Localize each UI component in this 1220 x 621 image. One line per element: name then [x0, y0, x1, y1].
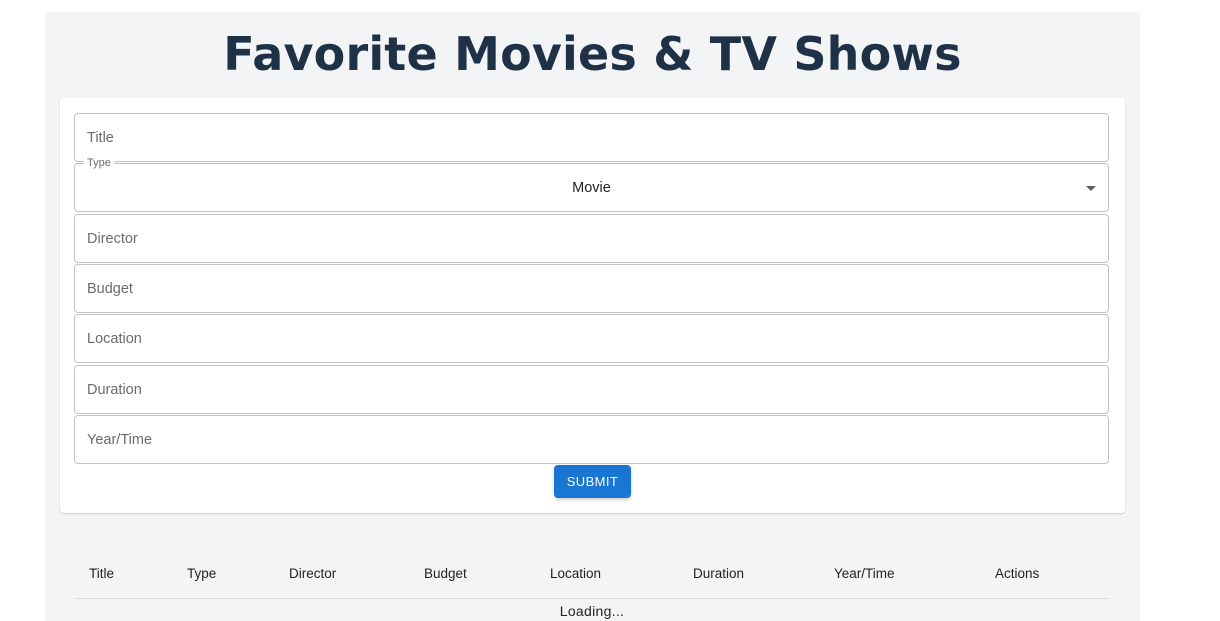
- location-input[interactable]: [75, 315, 1108, 362]
- year-time-field[interactable]: [74, 415, 1109, 464]
- column-header-title[interactable]: Title: [89, 566, 114, 581]
- duration-input[interactable]: [75, 366, 1108, 413]
- app-container: Favorite Movies & TV Shows Type Movie SU…: [45, 12, 1140, 621]
- column-header-actions: Actions: [995, 566, 1040, 581]
- movie-form-card: Type Movie SUBMIT: [60, 98, 1125, 513]
- column-header-location[interactable]: Location: [550, 566, 601, 581]
- type-select-value[interactable]: Movie: [75, 164, 1108, 211]
- location-field[interactable]: [74, 314, 1109, 363]
- duration-field[interactable]: [74, 365, 1109, 414]
- submit-button[interactable]: SUBMIT: [554, 465, 631, 498]
- budget-input[interactable]: [75, 265, 1108, 312]
- column-header-type[interactable]: Type: [187, 566, 216, 581]
- year-time-input[interactable]: [75, 416, 1108, 463]
- title-field[interactable]: [74, 113, 1109, 162]
- column-header-duration[interactable]: Duration: [693, 566, 744, 581]
- column-header-director[interactable]: Director: [289, 566, 336, 581]
- type-select[interactable]: Type Movie: [74, 157, 1109, 212]
- table-header-row: Title Type Director Budget Location Dura…: [74, 552, 1110, 599]
- director-field[interactable]: [74, 214, 1109, 263]
- arrow-drop-down-icon[interactable]: [1086, 186, 1096, 191]
- column-header-year-time[interactable]: Year/Time: [834, 566, 895, 581]
- director-input[interactable]: [75, 215, 1108, 262]
- movies-table: Title Type Director Budget Location Dura…: [74, 552, 1110, 619]
- column-header-budget[interactable]: Budget: [424, 566, 467, 581]
- loading-status: Loading...: [559, 603, 625, 619]
- page-title: Favorite Movies & TV Shows: [223, 27, 962, 81]
- budget-field[interactable]: [74, 264, 1109, 313]
- title-input[interactable]: [75, 114, 1108, 161]
